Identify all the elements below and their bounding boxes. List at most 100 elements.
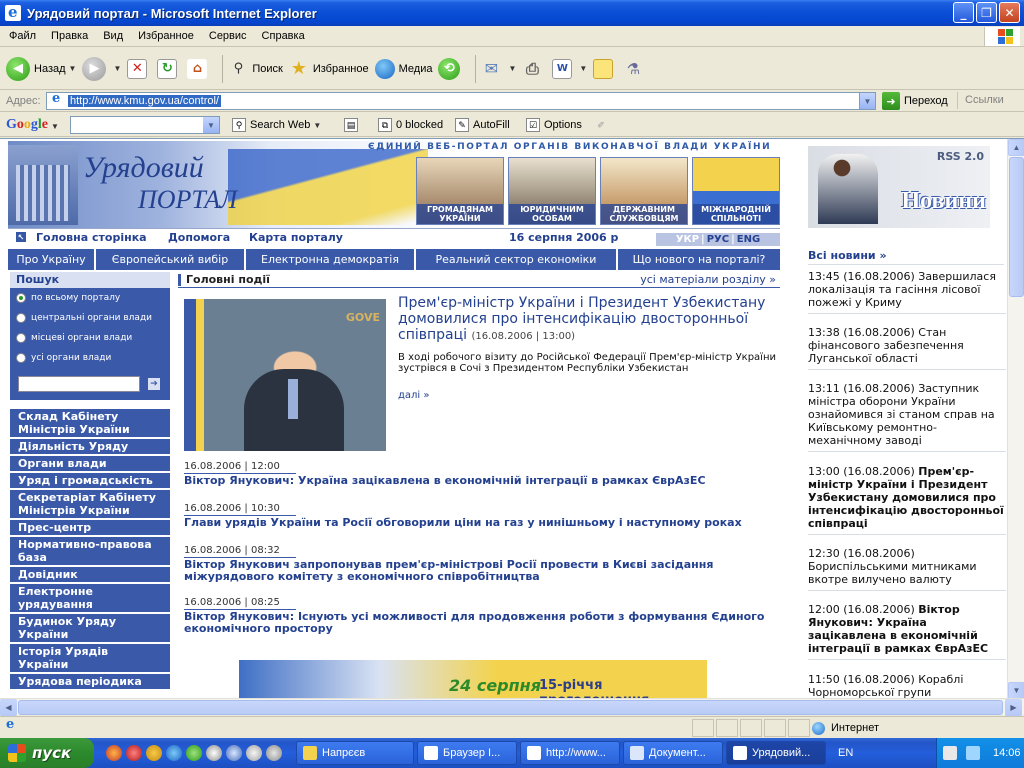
ie-quick-launch-icon[interactable] [166, 745, 182, 761]
menu-file[interactable]: Файл [3, 30, 42, 42]
quick-launch-icon[interactable] [106, 745, 122, 761]
language-indicator[interactable]: EN [838, 747, 853, 759]
site-logo-line2[interactable]: ПОРТАЛ [138, 185, 237, 215]
tray-icon[interactable] [966, 746, 980, 760]
back-button[interactable]: ◀ Назад ▼ [6, 56, 76, 81]
stop-button[interactable]: ✕ [127, 58, 151, 79]
quick-launch-icon[interactable] [126, 745, 142, 761]
quick-launch-icon[interactable] [146, 745, 162, 761]
nav-whats-new[interactable]: Що нового на порталі? [618, 249, 780, 270]
left-menu-item[interactable]: Діяльність Уряду [10, 439, 170, 454]
task-button-active[interactable]: Урядовий... [726, 741, 826, 765]
left-menu-item[interactable]: Прес-центр [10, 520, 170, 535]
maximize-button[interactable]: ❐ [976, 2, 997, 23]
news-icon-button[interactable]: ▤ [344, 118, 362, 132]
horizontal-scrollbar[interactable]: ◀ ▶ [0, 698, 1024, 716]
home-page-link[interactable]: Головна сторінка [36, 231, 147, 244]
menu-edit[interactable]: Правка [45, 30, 94, 42]
task-button[interactable]: http://www... [520, 741, 620, 765]
lang-rus[interactable]: РУС [707, 234, 729, 245]
address-dropdown-button[interactable]: ▼ [859, 93, 875, 109]
left-menu-item[interactable]: Урядова періодика [10, 674, 170, 689]
discuss-button[interactable] [593, 58, 617, 79]
lead-news-more-link[interactable]: далі » [398, 390, 430, 401]
news-feed-item[interactable]: 12:30 (16.08.2006) Бориспільськими митни… [808, 547, 1006, 591]
quick-launch-icon[interactable] [206, 745, 222, 761]
forward-button[interactable]: ▶ ▼ [82, 56, 121, 81]
task-button[interactable]: Браузер І... [417, 741, 517, 765]
task-button[interactable]: Документ... [623, 741, 723, 765]
search-web-button[interactable]: ⚲ Search Web ▼ [232, 118, 321, 132]
scroll-left-button[interactable]: ◀ [0, 699, 17, 716]
favorites-button[interactable]: ★ Избранное [289, 57, 369, 81]
left-menu-item[interactable]: Склад Кабінету Міністрів України [10, 409, 170, 437]
research-button[interactable]: ⚗ [623, 57, 647, 81]
highlighter-button[interactable]: ✐ [594, 118, 612, 132]
audience-legal-entities[interactable]: ЮРИДИЧНИМ ОСОБАМ [508, 157, 596, 225]
audience-international[interactable]: МІЖНАРОДНІЙ СПІЛЬНОТІ [692, 157, 780, 225]
refresh-button[interactable]: ↻ [157, 58, 181, 79]
left-menu-item[interactable]: Уряд і громадськість [10, 473, 170, 488]
news-headline[interactable]: Віктор Янукович: Існують усі можливості … [184, 611, 780, 635]
lead-news-title[interactable]: Прем'єр-міністр України і Президент Узбе… [398, 295, 765, 343]
home-button[interactable]: ⌂ [187, 58, 211, 79]
lang-eng[interactable]: ENG [737, 234, 760, 245]
scroll-down-button[interactable]: ▼ [1008, 682, 1024, 698]
popup-blocker-button[interactable]: ⧉ 0 blocked [378, 118, 443, 132]
search-button[interactable]: ⚲ Поиск [228, 57, 283, 81]
news-feed-item[interactable]: 13:11 (16.08.2006) Заступник міністра об… [808, 382, 1006, 452]
audience-citizens[interactable]: ГРОМАДЯНАМ УКРАЇНИ [416, 157, 504, 225]
nav-real-economy[interactable]: Реальний сектор економіки [416, 249, 616, 270]
radio-button[interactable] [16, 293, 26, 303]
news-banner[interactable]: RSS 2.0 Новини [808, 146, 990, 228]
media-button[interactable]: Медиа [374, 58, 432, 79]
close-button[interactable]: ✕ [999, 2, 1020, 23]
minimize-button[interactable]: _ [953, 2, 974, 23]
menu-tools[interactable]: Сервис [203, 30, 253, 42]
quick-launch-icon[interactable] [266, 745, 282, 761]
google-search-input[interactable]: ▼ [70, 116, 220, 134]
news-feed-item[interactable]: 11:50 (16.08.2006) Кораблі Чорноморської… [808, 673, 1006, 698]
radio-button[interactable] [16, 353, 26, 363]
all-news-link[interactable]: Всі новини » [808, 249, 1004, 265]
left-menu-item[interactable]: Електронне урядування [10, 584, 170, 612]
left-menu-item[interactable]: Органи влади [10, 456, 170, 471]
nav-about-ukraine[interactable]: Про Україну [8, 249, 94, 270]
radio-button[interactable] [16, 313, 26, 323]
tray-icon[interactable] [943, 746, 957, 760]
scroll-up-button[interactable]: ▲ [1008, 139, 1024, 156]
search-scope-local[interactable]: місцеві органи влади [10, 328, 170, 348]
history-button[interactable]: ⟲ [438, 57, 464, 80]
news-feed-item[interactable]: 13:38 (16.08.2006) Стан фінансового забе… [808, 326, 1006, 370]
news-feed-item[interactable]: 13:45 (16.08.2006) Завершилася локалізац… [808, 270, 1006, 314]
scroll-right-button[interactable]: ▶ [1005, 699, 1022, 716]
menu-help[interactable]: Справка [256, 30, 311, 42]
menu-view[interactable]: Вид [97, 30, 129, 42]
address-url[interactable]: http://www.kmu.gov.ua/control/ [68, 95, 221, 107]
security-zone[interactable]: Интернет [812, 719, 1012, 737]
news-feed-item[interactable]: 12:00 (16.08.2006) Віктор Янукович: Укра… [808, 603, 1006, 660]
left-menu-item[interactable]: Історія Урядів України [10, 644, 170, 672]
lead-news-headline[interactable]: Прем'єр-міністр України і Президент Узбе… [398, 295, 780, 345]
google-dropdown-button[interactable]: ▼ [203, 117, 219, 133]
search-go-button[interactable]: ➔ [148, 378, 160, 390]
search-input[interactable] [18, 376, 140, 392]
horizontal-scroll-thumb[interactable] [18, 700, 1003, 715]
news-feed-item[interactable]: 13:00 (16.08.2006) Прем'єр-міністр Украї… [808, 465, 1006, 535]
nav-european-choice[interactable]: Європейський вибір [96, 249, 244, 270]
task-button[interactable]: Напрєєв [296, 741, 414, 765]
vertical-scroll-thumb[interactable] [1009, 157, 1024, 297]
lang-ukr[interactable]: УКР [676, 234, 699, 245]
site-logo-line1[interactable]: Урядовий [83, 151, 204, 185]
lead-news-photo[interactable]: GOVE [184, 299, 386, 451]
rss-link[interactable]: RSS 2.0 [937, 150, 984, 163]
radio-button[interactable] [16, 333, 26, 343]
news-headline[interactable]: Віктор Янукович: Україна зацікавлена в е… [184, 475, 780, 487]
mail-button[interactable]: ✉ ▼ [481, 57, 517, 81]
start-button[interactable]: пуск [0, 738, 94, 768]
left-menu-item[interactable]: Будинок Уряду України [10, 614, 170, 642]
quick-launch-icon[interactable] [246, 745, 262, 761]
address-input[interactable]: http://www.kmu.gov.ua/control/ ▼ [46, 91, 876, 110]
all-materials-link[interactable]: усі матеріали розділу » [640, 273, 776, 286]
news-headline[interactable]: Глави урядів України та Росії обговорили… [184, 517, 780, 529]
